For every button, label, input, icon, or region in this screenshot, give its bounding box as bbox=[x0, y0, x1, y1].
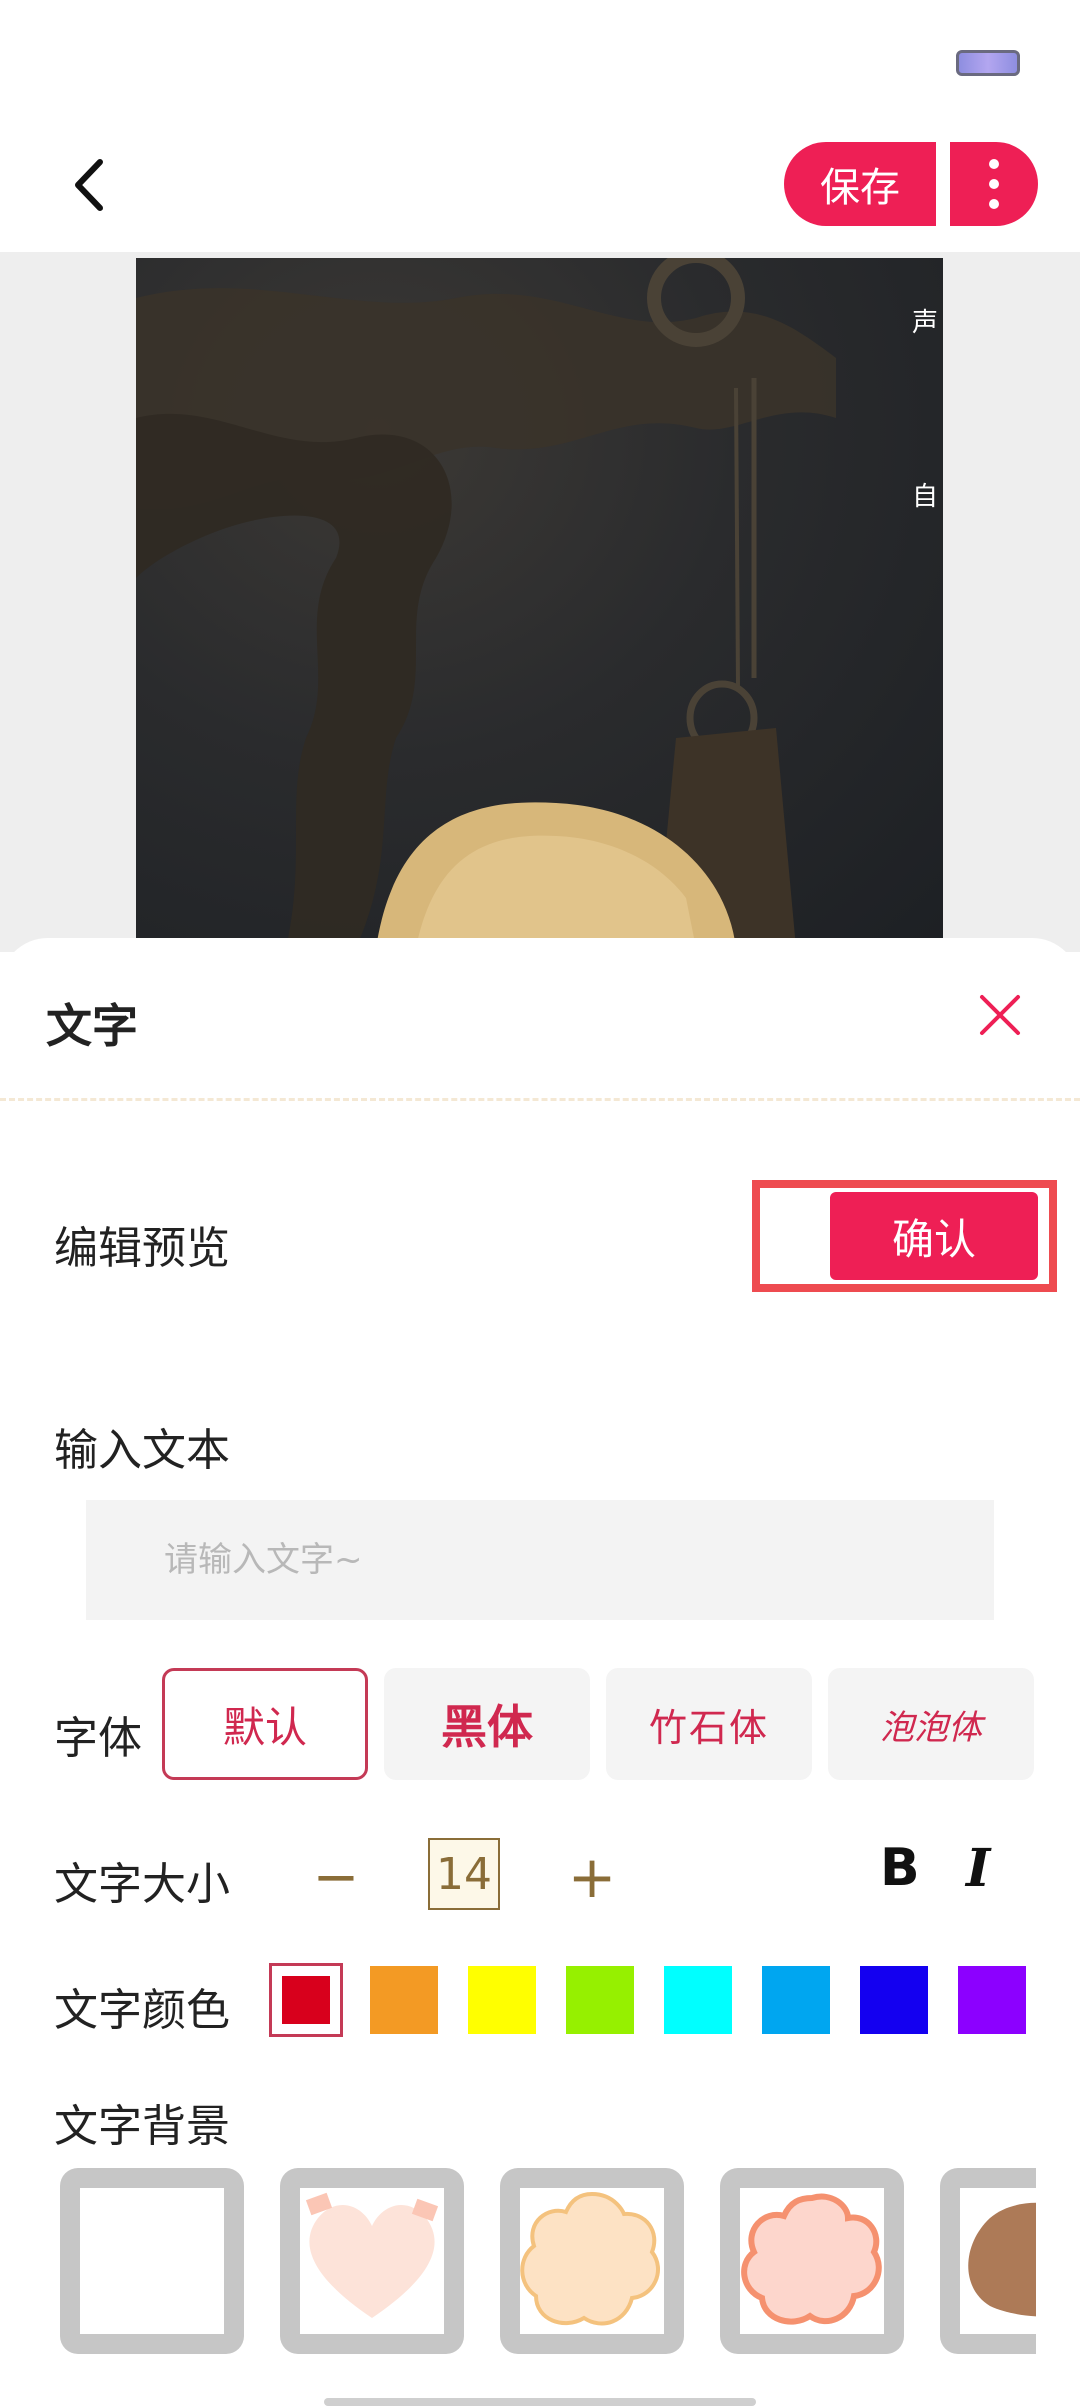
sheet-title: 文字 bbox=[46, 999, 138, 1053]
pink-cloud-bg-icon bbox=[741, 2193, 882, 2325]
home-indicator bbox=[324, 2398, 756, 2406]
text-color-label: 文字颜色 bbox=[54, 1985, 230, 2036]
preview-image: 声 自 bbox=[136, 258, 943, 948]
font-label: 字体 bbox=[54, 1713, 142, 1764]
font-option-zhushi[interactable]: 竹石体 bbox=[606, 1668, 812, 1780]
color-swatch[interactable] bbox=[958, 1966, 1026, 2034]
brown-blob-bg-icon bbox=[968, 2202, 1036, 2317]
text-input[interactable] bbox=[86, 1500, 994, 1620]
chevron-left-icon bbox=[75, 159, 103, 211]
font-option-default[interactable]: 默认 bbox=[162, 1668, 368, 1780]
color-swatch-fill bbox=[664, 1966, 732, 2034]
text-background-label: 文字背景 bbox=[54, 2101, 230, 2152]
battery-icon bbox=[956, 50, 1020, 76]
back-button[interactable] bbox=[60, 150, 120, 220]
color-swatch-fill bbox=[860, 1966, 928, 2034]
edit-preview-label: 编辑预览 bbox=[54, 1223, 230, 1274]
color-swatch[interactable] bbox=[762, 1966, 830, 2034]
more-vertical-icon bbox=[989, 159, 999, 209]
more-button[interactable] bbox=[950, 142, 1038, 226]
font-option-paopao[interactable]: 泡泡体 bbox=[828, 1668, 1034, 1780]
side-label: 自 bbox=[912, 482, 939, 512]
background-option-none[interactable] bbox=[60, 2168, 244, 2354]
none-icon bbox=[80, 2188, 224, 2334]
background-option-pink-cloud[interactable] bbox=[720, 2168, 904, 2354]
background-option-brown-blob[interactable] bbox=[940, 2168, 1036, 2354]
size-increase-button[interactable]: + bbox=[566, 1842, 618, 1912]
confirm-button[interactable]: 确认 bbox=[830, 1192, 1038, 1280]
font-option-heiti[interactable]: 黑体 bbox=[384, 1668, 590, 1780]
background-options bbox=[0, 2160, 1036, 2370]
cream-cloud-bg-icon bbox=[520, 2191, 660, 2326]
input-text-label: 输入文本 bbox=[54, 1425, 230, 1476]
color-swatch[interactable] bbox=[370, 1966, 438, 2034]
color-swatch[interactable] bbox=[860, 1966, 928, 2034]
color-swatch-fill bbox=[762, 1966, 830, 2034]
divider bbox=[0, 1098, 1080, 1101]
color-swatch-fill bbox=[958, 1966, 1026, 2034]
color-swatch-fill bbox=[282, 1976, 330, 2024]
color-swatch-fill bbox=[468, 1966, 536, 2034]
save-button[interactable]: 保存 bbox=[784, 142, 936, 226]
color-swatch-fill bbox=[566, 1966, 634, 2034]
heart-bg-icon bbox=[305, 2192, 439, 2318]
color-swatch[interactable] bbox=[269, 1963, 343, 2037]
color-swatch-fill bbox=[370, 1966, 438, 2034]
color-swatch[interactable] bbox=[664, 1966, 732, 2034]
dragon-bell-image bbox=[136, 258, 836, 948]
background-option-cream-cloud[interactable] bbox=[500, 2168, 684, 2354]
size-decrease-button[interactable]: − bbox=[313, 1842, 360, 1912]
italic-toggle[interactable]: I bbox=[966, 1838, 990, 1899]
close-icon bbox=[980, 995, 1020, 1035]
bold-toggle[interactable]: B bbox=[880, 1838, 920, 1898]
color-swatch[interactable] bbox=[468, 1966, 536, 2034]
text-size-label: 文字大小 bbox=[54, 1859, 230, 1910]
background-option-heart[interactable] bbox=[280, 2168, 464, 2354]
side-label: 声 bbox=[912, 308, 939, 338]
size-value[interactable]: 14 bbox=[428, 1838, 500, 1910]
color-swatch[interactable] bbox=[566, 1966, 634, 2034]
close-button[interactable] bbox=[978, 993, 1022, 1037]
